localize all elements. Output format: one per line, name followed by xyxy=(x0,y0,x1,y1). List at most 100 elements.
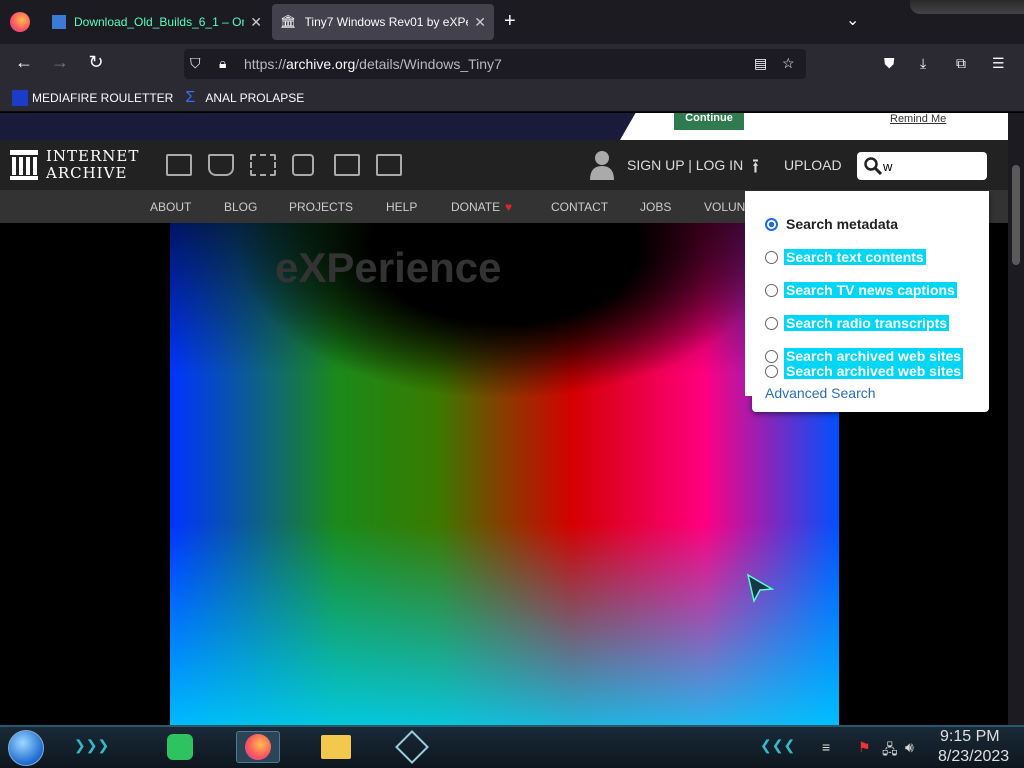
nav-contact[interactable]: CONTACT xyxy=(551,200,608,214)
archive-logo-icon[interactable] xyxy=(10,150,38,180)
nav-help[interactable]: HELP xyxy=(386,200,417,214)
tab-title: Download_Old_Builds_6_1 – On xyxy=(74,15,245,29)
radio-icon[interactable] xyxy=(765,316,778,330)
reader-view-icon[interactable]: ▤ xyxy=(754,55,767,72)
nav-volunteer[interactable]: VOLUN xyxy=(704,200,745,214)
taskbar-app-explorer[interactable] xyxy=(314,731,358,763)
signup-login-link[interactable]: SIGN UP | LOG IN xyxy=(627,157,743,173)
ia-logo-text[interactable]: INTERNET ARCHIVE xyxy=(46,148,139,182)
logo-line1: INTERNET xyxy=(46,147,140,165)
remind-me-link[interactable]: Remind Me xyxy=(890,113,946,125)
show-hidden-icons-icon[interactable]: ≡ xyxy=(822,739,830,755)
tab-download-old-builds[interactable]: Download_Old_Builds_6_1 – On ✕ xyxy=(44,4,270,40)
start-button[interactable] xyxy=(8,730,44,766)
web-icon[interactable] xyxy=(166,154,192,176)
download-icon[interactable]: ⤓ xyxy=(920,55,926,72)
heart-icon: ♥ xyxy=(505,200,513,214)
clock-date[interactable]: 8/23/2023 xyxy=(938,748,1009,766)
url-host: archive.org xyxy=(286,56,356,72)
taskbar-app-firefox[interactable] xyxy=(236,731,280,763)
video-icon[interactable] xyxy=(250,154,276,176)
tab-tiny7[interactable]: 🏛 Tiny7 Windows Rev01 by eXPerience ✕ xyxy=(272,4,494,40)
nav-about[interactable]: ABOUT xyxy=(150,200,191,214)
user-icon[interactable] xyxy=(590,150,614,180)
mouse-cursor-icon xyxy=(746,573,774,603)
software-icon[interactable] xyxy=(334,154,360,176)
radio-icon[interactable] xyxy=(765,250,778,264)
ia-top-header: INTERNET ARCHIVE SIGN UP | LOG IN ⭱ UPLO… xyxy=(0,140,1008,190)
audio-icon[interactable] xyxy=(292,154,314,176)
option-label: Search radio transcripts xyxy=(784,315,950,331)
option-label: Search archived web sites xyxy=(784,348,964,364)
sigma-icon: Σ xyxy=(185,88,196,106)
images-icon[interactable] xyxy=(376,154,402,176)
shield-icon[interactable]: ⛉ xyxy=(190,55,201,72)
chevron-down-icon[interactable]: ⌄ xyxy=(846,10,859,30)
scrollbar-thumb[interactable] xyxy=(1012,165,1020,265)
spotify-icon xyxy=(167,734,193,760)
nav-blog[interactable]: BLOG xyxy=(224,200,257,214)
network-icon[interactable]: 🖧 xyxy=(882,739,898,763)
hamburger-menu-icon[interactable]: ☰ xyxy=(992,55,1005,72)
nav-projects[interactable]: PROJECTS xyxy=(289,200,353,214)
window-caption-decoration xyxy=(910,0,1024,14)
extensions-icon[interactable]: ⧉ xyxy=(956,55,966,72)
pocket-icon[interactable]: ⛊ xyxy=(884,55,895,72)
search-option-text[interactable]: Search text contents xyxy=(765,249,926,265)
radio-icon[interactable] xyxy=(765,349,778,363)
texts-icon[interactable] xyxy=(208,154,234,176)
forward-arrow-icon[interactable]: → xyxy=(48,52,72,73)
search-option-web[interactable]: Search archived web sites xyxy=(765,348,964,364)
search-icon[interactable] xyxy=(864,157,882,175)
firefox-view-icon[interactable] xyxy=(10,12,30,32)
star-icon[interactable]: ☆ xyxy=(782,55,795,72)
continue-button[interactable]: Continue xyxy=(674,113,744,130)
tab-bar: Download_Old_Builds_6_1 – On ✕ 🏛 Tiny7 W… xyxy=(0,0,1024,44)
bookmarks-toolbar: MEDIAFIRE ROULETTER Σ ANAL PROLAPSE xyxy=(0,84,1024,112)
archive-favicon-icon: 🏛 xyxy=(280,14,297,29)
taskbar-app-spotify[interactable] xyxy=(158,731,202,763)
upload-link[interactable]: UPLOAD xyxy=(784,157,842,173)
navigation-toolbar: ← → ↻ https://archive.org/details/Window… xyxy=(0,44,1024,84)
bookmark-mediafire[interactable]: MEDIAFIRE ROULETTER xyxy=(12,89,173,106)
radio-selected-icon[interactable] xyxy=(765,217,778,231)
radio-icon[interactable] xyxy=(765,364,778,378)
search-options-dropdown: Search metadata Search text contents Sea… xyxy=(745,191,989,412)
folder-icon xyxy=(321,735,351,759)
option-label: Search metadata xyxy=(786,216,899,232)
close-tab-icon[interactable]: ✕ xyxy=(250,14,262,31)
page-content: Continue Remind Me INTERNET ARCHIVE SIGN… xyxy=(0,113,1008,725)
video-title-text: eXPerience xyxy=(275,244,502,291)
option-label: Search TV news captions xyxy=(784,282,957,298)
firefox-icon xyxy=(245,734,271,760)
virtualbox-icon xyxy=(395,730,429,764)
bookmark-anal-prolapse[interactable]: Σ ANAL PROLAPSE xyxy=(185,88,305,106)
search-option-radio[interactable]: Search radio transcripts xyxy=(765,315,950,331)
reload-icon[interactable]: ↻ xyxy=(84,52,108,73)
volume-icon[interactable]: 🔊︎ xyxy=(905,739,914,756)
url-path: /details/Windows_Tiny7 xyxy=(355,56,502,72)
video-player[interactable] xyxy=(170,223,839,725)
action-center-flag-icon[interactable]: ⚑ xyxy=(858,739,871,756)
bookmark-label: ANAL PROLAPSE xyxy=(205,90,305,105)
option-label: Search text contents xyxy=(784,249,926,265)
clock-time[interactable]: 9:15 PM xyxy=(940,728,1000,746)
option-label: Search archived web sites xyxy=(784,363,964,379)
radio-icon[interactable] xyxy=(765,283,778,297)
advanced-search-link[interactable]: Advanced Search xyxy=(765,385,876,401)
back-arrow-icon[interactable]: ← xyxy=(12,52,36,73)
search-option-tv[interactable]: Search TV news captions xyxy=(765,282,957,298)
search-option-metadata[interactable]: Search metadata xyxy=(765,216,900,232)
upload-icon[interactable]: ⭱ xyxy=(752,152,759,186)
search-option-web-duplicate[interactable]: Search archived web sites xyxy=(765,363,964,379)
taskbar-app-virtualbox[interactable] xyxy=(390,730,434,764)
tab-favicon-icon xyxy=(52,15,66,29)
taskbar-decoration-left: ❯❯❯ xyxy=(74,737,110,753)
url-prefix: https:// xyxy=(244,56,287,72)
close-tab-icon[interactable]: ✕ xyxy=(474,14,486,31)
nav-jobs[interactable]: JOBS xyxy=(640,200,671,214)
lock-icon[interactable]: 🔒︎ xyxy=(219,55,226,72)
url-bar[interactable]: https://archive.org/details/Windows_Tiny… xyxy=(184,49,806,79)
new-tab-icon[interactable]: + xyxy=(504,10,516,33)
nav-donate[interactable]: DONATE xyxy=(451,200,500,214)
